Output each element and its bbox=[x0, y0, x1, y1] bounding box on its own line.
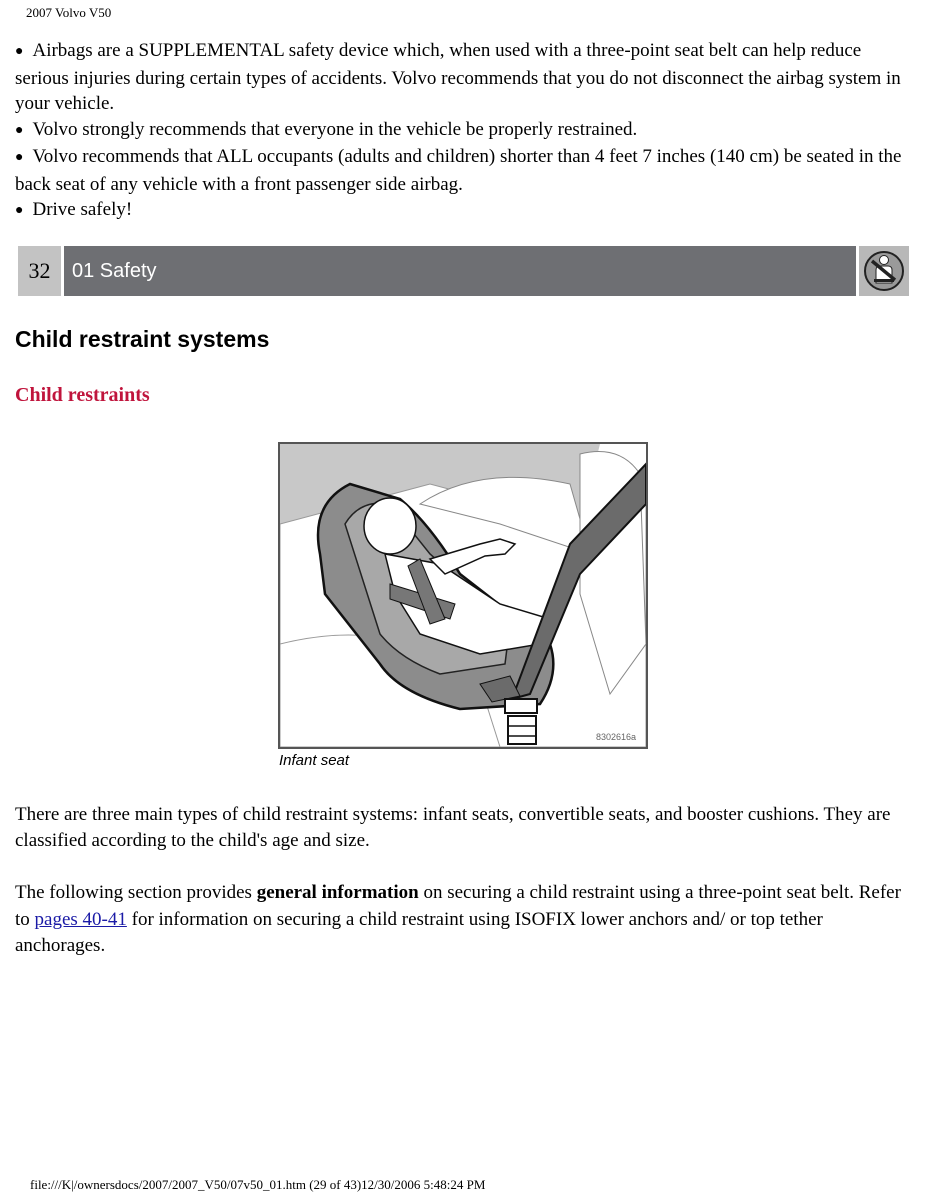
page-number: 32 bbox=[18, 246, 61, 296]
bullet-icon: ● bbox=[15, 203, 24, 218]
subheading-child-restraints: Child restraints bbox=[15, 384, 150, 406]
bullet-item: ● Drive safely! bbox=[15, 199, 133, 220]
paragraph-restraint-types: There are three main types of child rest… bbox=[15, 804, 891, 851]
bullet-item: ● Volvo strongly recommends that everyone… bbox=[15, 118, 638, 140]
figure-code: 8302616a bbox=[595, 732, 636, 742]
figure-caption: Infant seat bbox=[279, 752, 350, 769]
bullet-item: ● Volvo recommends that ALL occupants (ad… bbox=[15, 146, 902, 195]
infant-seat-figure: 8302616a bbox=[278, 442, 648, 749]
document-header: 2007 Volvo V50 bbox=[26, 5, 112, 20]
section-title: 01 Safety bbox=[64, 246, 856, 296]
page-title: Child restraint systems bbox=[15, 326, 270, 352]
infant-seat-illustration bbox=[280, 444, 646, 747]
no-seatbelt-icon bbox=[859, 246, 909, 296]
bullet-icon: ● bbox=[15, 150, 24, 165]
footer-file-path: file:///K|/ownersdocs/2007/2007_V50/07v5… bbox=[30, 1177, 486, 1192]
bold-general-information: general information bbox=[256, 882, 419, 903]
bullet-icon: ● bbox=[15, 44, 24, 59]
safety-bullet-list: ● Airbags are a SUPPLEMENTAL safety devic… bbox=[15, 38, 915, 225]
bullet-icon: ● bbox=[15, 122, 24, 138]
pages-40-41-link[interactable]: pages 40-41 bbox=[35, 909, 127, 930]
bullet-item: ● Airbags are a SUPPLEMENTAL safety devic… bbox=[15, 40, 901, 114]
paragraph-general-info: The following section provides general i… bbox=[15, 882, 901, 956]
section-bar: 32 01 Safety bbox=[18, 246, 909, 296]
